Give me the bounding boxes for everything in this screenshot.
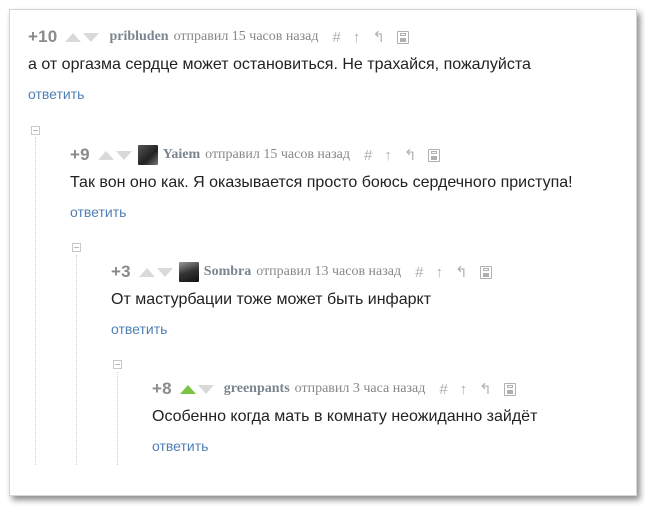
thread-line (117, 372, 118, 465)
up-arrow-icon[interactable]: ↑ (435, 264, 443, 281)
parent-comment-icon[interactable]: ↰ (372, 28, 385, 46)
avatar[interactable] (178, 262, 199, 282)
comment-text: Особенно когда мать в комнату неожиданно… (152, 408, 538, 425)
comment-author[interactable]: Yaiem (163, 147, 200, 163)
comment-item: +3 Sombra отправил 13 часов назад # ↑ ↰ … (111, 262, 504, 339)
parent-comment-icon[interactable]: ↰ (455, 263, 468, 281)
up-arrow-icon[interactable]: ↑ (460, 381, 468, 398)
reply-link[interactable]: ответить (70, 204, 126, 220)
downvote-icon[interactable] (197, 384, 214, 394)
downvote-icon[interactable] (83, 32, 100, 42)
reply-link[interactable]: ответить (28, 86, 84, 102)
comment-item: +10 pribluden отправил 15 часов назад # … (28, 27, 531, 104)
comment-tools: # ↑ ↰ (439, 380, 527, 398)
comment-thread: +10 pribluden отправил 15 часов назад # … (9, 9, 637, 496)
upvote-icon[interactable] (97, 150, 114, 160)
permalink-icon[interactable]: # (415, 264, 423, 281)
vote-controls (138, 267, 173, 277)
comment-header: +10 pribluden отправил 15 часов назад # … (28, 27, 531, 47)
downvote-icon[interactable] (156, 267, 173, 277)
upvote-icon[interactable] (138, 267, 155, 277)
save-icon[interactable] (428, 148, 441, 162)
permalink-icon[interactable]: # (332, 29, 340, 46)
comment-tools: # ↑ ↰ (364, 146, 452, 164)
collapse-toggle-icon[interactable] (113, 360, 122, 369)
vote-controls (179, 384, 214, 394)
comment-rating: +10 (28, 27, 58, 46)
comment-text: а от оргазма сердце может остановиться. … (28, 56, 531, 73)
save-icon[interactable] (396, 30, 409, 44)
upvote-icon[interactable] (179, 384, 196, 394)
comment-item: +8 greenpants отправил 3 часа назад # ↑ … (152, 379, 537, 456)
vote-controls (97, 150, 132, 160)
comment-author[interactable]: pribluden (109, 29, 168, 45)
comment-author[interactable]: Sombra (204, 264, 251, 280)
thread-line (76, 255, 77, 465)
avatar[interactable] (137, 145, 158, 165)
up-arrow-icon[interactable]: ↑ (384, 147, 392, 164)
comment-timestamp: отправил 3 часа назад (294, 381, 426, 396)
comment-timestamp: отправил 15 часов назад (173, 29, 319, 44)
save-icon[interactable] (479, 265, 492, 279)
comment-tools: # ↑ ↰ (332, 28, 420, 46)
parent-comment-icon[interactable]: ↰ (479, 380, 492, 398)
parent-comment-icon[interactable]: ↰ (404, 146, 417, 164)
reply-link[interactable]: ответить (111, 321, 167, 337)
reply-link[interactable]: ответить (152, 438, 208, 454)
comment-rating: +3 (111, 262, 131, 281)
permalink-icon[interactable]: # (364, 147, 372, 164)
downvote-icon[interactable] (115, 150, 132, 160)
comment-tools: # ↑ ↰ (415, 263, 503, 281)
comment-rating: +9 (70, 145, 90, 164)
comment-header: +8 greenpants отправил 3 часа назад # ↑ … (152, 379, 537, 399)
vote-controls (65, 32, 100, 42)
comment-header: +9 Yaiem отправил 15 часов назад # ↑ ↰ (70, 145, 573, 165)
permalink-icon[interactable]: # (439, 381, 447, 398)
comment-timestamp: отправил 13 часов назад (256, 264, 402, 279)
collapse-toggle-icon[interactable] (31, 126, 40, 135)
up-arrow-icon[interactable]: ↑ (353, 29, 361, 46)
comment-header: +3 Sombra отправил 13 часов назад # ↑ ↰ (111, 262, 504, 282)
comment-timestamp: отправил 15 часов назад (205, 147, 351, 162)
comment-text: От мастурбации тоже может быть инфаркт (111, 291, 432, 308)
thread-line (35, 137, 36, 465)
comment-text: Так вон оно как. Я оказывается просто бо… (70, 174, 573, 191)
save-icon[interactable] (503, 382, 516, 396)
comment-author[interactable]: greenpants (224, 381, 290, 397)
comment-rating: +8 (152, 379, 172, 398)
upvote-icon[interactable] (65, 32, 82, 42)
comment-item: +9 Yaiem отправил 15 часов назад # ↑ ↰ Т… (70, 145, 573, 222)
collapse-toggle-icon[interactable] (72, 243, 81, 252)
